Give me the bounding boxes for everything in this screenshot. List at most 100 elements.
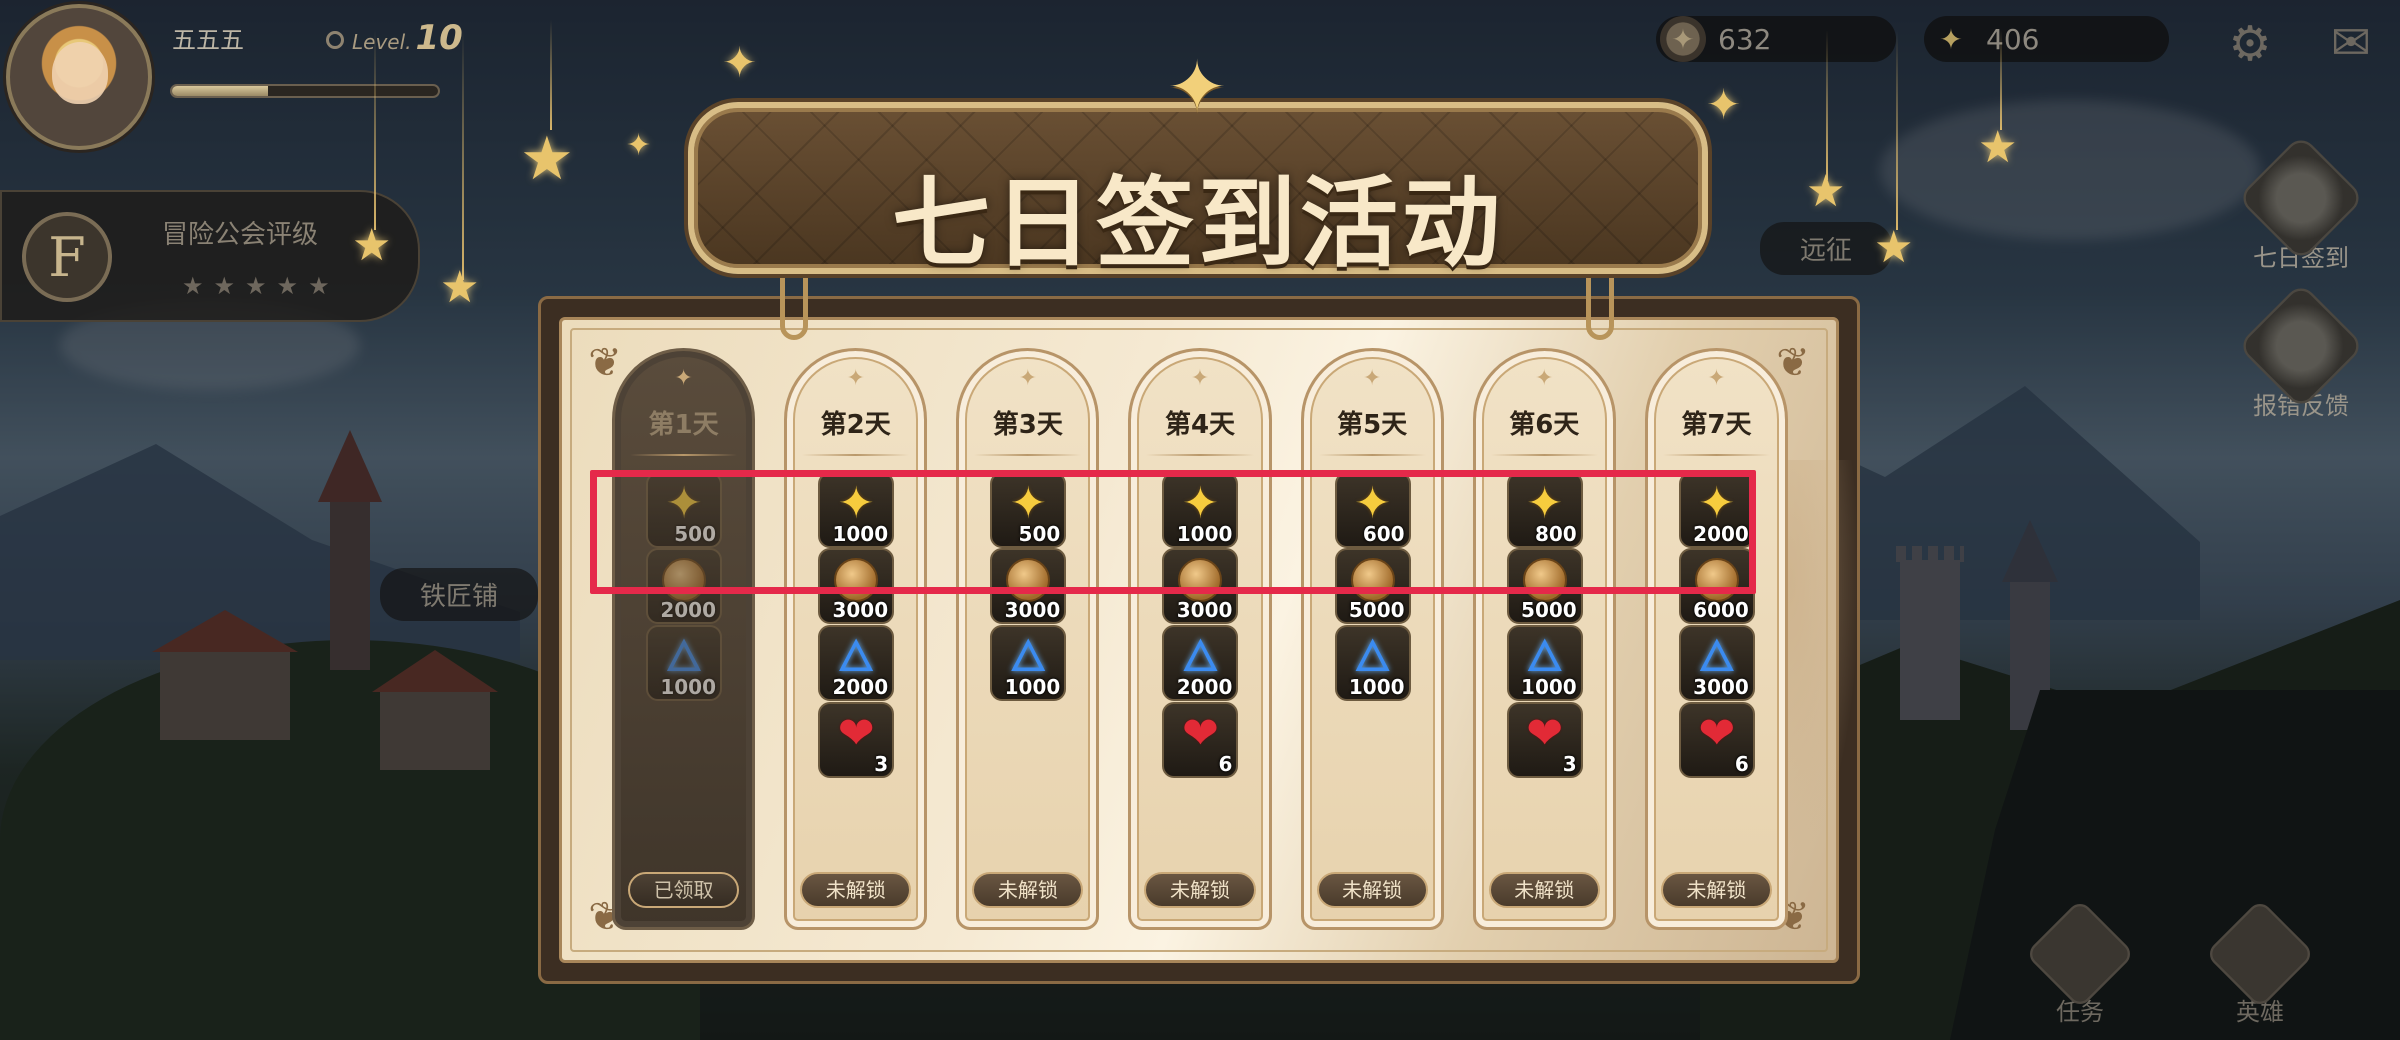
reward-amount: 6000 (1693, 598, 1749, 622)
gem-reward[interactable]: ✦ 1000 (1162, 472, 1239, 548)
locked-status-button[interactable]: 未解锁 (800, 872, 912, 908)
avatar-face (52, 42, 108, 104)
locked-status-button[interactable]: 未解锁 (972, 872, 1084, 908)
hanging-string (462, 30, 464, 280)
reward-amount: 1000 (660, 675, 716, 699)
seven-day-checkin-button[interactable]: 七日签到 (2236, 134, 2366, 273)
reward-amount: 5000 (1521, 598, 1577, 622)
crystal-reward[interactable]: 🜂 1000 (646, 625, 722, 701)
hanging-string (550, 20, 552, 130)
card-top-ornament-icon: ✦ (846, 366, 865, 391)
reward-amount: 1000 (1004, 675, 1061, 699)
locked-status-button[interactable]: 未解锁 (1660, 872, 1772, 908)
crystal-reward[interactable]: 🜂 2000 (1162, 625, 1239, 701)
crystal-reward[interactable]: 🜂 2000 (818, 625, 895, 701)
coin-reward[interactable]: 5000 (1334, 548, 1411, 624)
coin-reward[interactable]: 6000 (1678, 548, 1755, 624)
heart-reward[interactable]: ❤ 3 (1506, 702, 1583, 778)
crystal-reward[interactable]: 🜂 1000 (990, 625, 1067, 701)
smithy-map-label[interactable]: 铁匠铺 (380, 568, 539, 621)
gem-reward[interactable]: ✦ 1000 (818, 472, 895, 548)
day-column[interactable]: ✦ 第2天 ✦ 1000 3000 🜂 2000 ❤ 3 未解锁 (784, 348, 928, 930)
reward-amount: 5000 (1348, 598, 1405, 622)
event-title: 七日签到活动 (891, 166, 1504, 281)
heart-reward[interactable]: ❤ 3 (818, 702, 895, 778)
day-label: 第1天 (648, 410, 719, 440)
hanging-string (374, 30, 376, 230)
divider (1318, 454, 1426, 456)
hero-button[interactable]: 英雄 (2200, 898, 2320, 1027)
day-label: 第6天 (1509, 410, 1580, 440)
day-column[interactable]: ✦ 第4天 ✦ 1000 3000 🜂 2000 ❤ 6 未解锁 (1128, 348, 1272, 930)
expedition-map-label[interactable]: 远征 (1760, 222, 1893, 275)
guild-rating-label: 冒险公会评级 (162, 220, 319, 250)
locked-status-button[interactable]: 未解锁 (1316, 872, 1428, 908)
gem-reward[interactable]: ✦ 2000 (1678, 472, 1755, 548)
gem-counter[interactable]: ✦ 406 (1924, 16, 2169, 62)
coin-icon: ✦ (1660, 16, 1706, 62)
card-top-ornament-icon: ✦ (1018, 366, 1038, 391)
reward-amount: 1000 (1176, 522, 1233, 546)
gem-reward[interactable]: ✦ 500 (990, 472, 1067, 548)
coin-reward[interactable]: 3000 (990, 548, 1067, 624)
crystal-reward[interactable]: 🜂 1000 (1506, 625, 1583, 701)
bug-report-button[interactable]: 报错反馈 (2236, 282, 2366, 421)
day-column[interactable]: ✦ 第6天 ✦ 800 5000 🜂 1000 ❤ 3 未解锁 (1472, 348, 1616, 930)
event-title-banner: ✦ 七日签到活动 (688, 51, 1708, 281)
heart-reward[interactable]: ❤ 6 (1162, 702, 1239, 778)
card-top-ornament-icon: ✦ (1535, 366, 1554, 391)
settings-gear-icon[interactable]: ⚙ (2222, 16, 2278, 72)
card-top-ornament-icon: ✦ (1707, 366, 1726, 391)
day-column[interactable]: ✦ 第1天 ✦ 500 2000 🜂 1000 已领取 (612, 348, 756, 930)
divider (1662, 454, 1770, 456)
crystal-reward[interactable]: 🜂 3000 (1678, 625, 1755, 701)
coin-reward[interactable]: 5000 (1506, 548, 1583, 624)
quest-button[interactable]: 任务 (2020, 898, 2140, 1027)
hanging-string (1826, 30, 1828, 180)
reward-amount: 1000 (1348, 675, 1405, 699)
gem-reward[interactable]: ✦ 800 (1506, 472, 1583, 548)
exp-bar (170, 84, 440, 98)
guild-star-rating: ★★★★★ (182, 272, 340, 300)
guild-rank-badge: F (22, 212, 112, 302)
divider (802, 454, 910, 456)
day-column[interactable]: ✦ 第5天 ✦ 600 5000 🜂 1000 未解锁 (1300, 348, 1444, 930)
locked-status-button[interactable]: 未解锁 (1488, 872, 1600, 908)
reward-amount: 3 (874, 752, 889, 776)
coin-reward[interactable]: 3000 (818, 548, 895, 624)
day-label: 第5天 (1337, 410, 1408, 440)
coin-reward[interactable]: 3000 (1162, 548, 1239, 624)
card-top-ornament-icon: ✦ (1362, 366, 1382, 391)
day-label: 第4天 (1164, 410, 1236, 440)
coin-reward[interactable]: 2000 (646, 548, 722, 624)
gem-star-icon: ✦ (1939, 22, 1963, 56)
reward-amount: 3000 (1693, 675, 1749, 699)
card-top-ornament-icon: ✦ (674, 366, 693, 391)
player-avatar[interactable] (6, 4, 152, 150)
gem-reward[interactable]: ✦ 600 (1334, 472, 1411, 548)
hanging-star-icon: ★ (352, 220, 392, 271)
exp-bar-fill (172, 86, 268, 96)
gem-reward[interactable]: ✦ 500 (646, 472, 722, 548)
day-column[interactable]: ✦ 第7天 ✦ 2000 6000 🜂 3000 ❤ 6 未解锁 (1644, 348, 1788, 930)
divider (630, 454, 738, 456)
hanging-star-icon: ★ (1874, 222, 1914, 273)
locked-status-button[interactable]: 未解锁 (1144, 872, 1256, 908)
day-columns: ✦ 第1天 ✦ 500 2000 🜂 1000 已领取 ✦ 第2天 ✦ 1000 3000 🜂 2000 ❤ 3… (612, 348, 1788, 930)
crystal-reward[interactable]: 🜂 1000 (1334, 625, 1411, 701)
hanging-star-icon: ★ (440, 262, 480, 313)
reward-amount: 3000 (832, 598, 889, 622)
sparkle-star-icon: ✦ (1706, 80, 1742, 129)
claimed-status-button[interactable]: 已领取 (628, 872, 740, 908)
reward-amount: 2000 (1176, 675, 1233, 699)
reward-amount: 2000 (832, 675, 889, 699)
mail-icon[interactable]: ✉ (2320, 15, 2382, 71)
coin-counter[interactable]: ✦ 632 (1656, 16, 1896, 62)
hanging-string (1896, 30, 1898, 230)
day-label: 第7天 (1681, 410, 1752, 440)
reward-amount: 6 (1734, 752, 1749, 776)
heart-reward[interactable]: ❤ 6 (1678, 702, 1755, 778)
hanging-string (2000, 30, 2002, 130)
day-column[interactable]: ✦ 第3天 ✦ 500 3000 🜂 1000 未解锁 (956, 348, 1100, 930)
reward-amount: 1000 (1521, 675, 1577, 699)
